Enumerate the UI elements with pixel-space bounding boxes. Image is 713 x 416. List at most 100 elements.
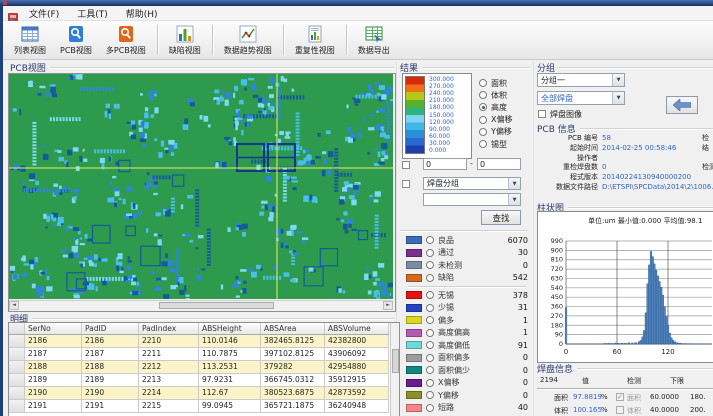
legend-radio[interactable] [426,329,434,337]
table-cell[interactable]: 2187 [82,348,139,361]
table-cell[interactable]: 42954880 [325,361,389,374]
table-row[interactable]: 218721872211110.7875397102.812543906092 [9,348,399,361]
column-header[interactable]: SerNo [25,323,82,335]
list-view-button[interactable]: 列表视图 [7,21,53,59]
metric-option-1[interactable]: 面积 [479,77,531,89]
multi-pcb-view-button[interactable]: 多PCB视图 [99,21,153,59]
defect-view-button[interactable]: 缺陷视图 [162,21,208,59]
table-cell[interactable]: 2211 [139,348,199,361]
row-header-cell[interactable] [9,348,25,361]
menu-tools[interactable]: 工具(T) [70,7,115,20]
row-header-cell[interactable] [9,361,25,374]
legend-radio[interactable] [426,391,434,399]
range-filter-checkbox[interactable] [402,161,410,169]
legend-radio[interactable] [426,366,434,374]
menu-file[interactable]: 文件(F) [22,7,66,20]
legend-radio[interactable] [426,354,434,362]
table-cell[interactable]: 43906092 [325,348,389,361]
legend-item[interactable]: 偏多1 [406,314,528,327]
metric-radio-4[interactable] [479,116,487,124]
legend-radio[interactable] [426,249,434,257]
chevron-down-icon[interactable]: ▼ [612,92,624,104]
column-header[interactable]: PadIndex [139,323,199,335]
legend-radio[interactable] [426,291,434,299]
table-cell[interactable]: 2212 [139,361,199,374]
legend-radio[interactable] [426,261,434,269]
detect-checkbox-unchecked[interactable] [616,406,624,414]
metric-option-6[interactable]: 锡型 [479,138,531,150]
table-cell[interactable]: 2215 [139,400,199,413]
pad-group-checkbox[interactable] [402,180,410,188]
scroll-thumb[interactable] [159,302,274,309]
table-row[interactable]: 21912191221599.0945365721.187536240948 [9,400,399,413]
range-to-input[interactable] [477,158,521,170]
table-cell[interactable]: 97.9231 [199,374,261,387]
chevron-down-icon[interactable]: ▼ [612,74,624,86]
metric-radio-2[interactable] [479,91,487,99]
pcb-canvas[interactable] [9,74,393,299]
legend-item[interactable]: 面积偏少0 [406,364,528,377]
table-cell[interactable]: 2189 [25,374,82,387]
table-cell[interactable]: 2189 [82,374,139,387]
table-cell[interactable]: 2213 [139,374,199,387]
table-cell[interactable]: 2190 [25,387,82,400]
legend-item[interactable]: 无锡378 [406,289,528,302]
legend-item[interactable]: 良品6070 [406,234,528,247]
legend-item[interactable]: 未检测0 [406,259,528,272]
legend-item[interactable]: 通过30 [406,247,528,260]
data-export-button[interactable]: 数据导出 [351,21,397,59]
table-cell[interactable]: 2186 [25,335,82,348]
table-cell[interactable]: 36240948 [325,400,389,413]
search-button[interactable]: 查找 [481,210,521,225]
table-cell[interactable]: 2187 [25,348,82,361]
scroll-right-button[interactable]: ► [383,301,393,310]
row-header-cell[interactable] [9,335,25,348]
scroll-thumb[interactable] [392,349,399,373]
metric-option-3[interactable]: 高度 [479,101,531,113]
row-header-cell[interactable] [9,374,25,387]
table-cell[interactable]: 113.2531 [199,361,261,374]
table-cell[interactable]: 2188 [25,361,82,374]
range-from-input[interactable] [423,158,467,170]
legend-item[interactable]: Y偏移0 [406,389,528,402]
metric-option-5[interactable]: Y偏移 [479,126,531,138]
table-cell[interactable]: 2191 [25,400,82,413]
detect-checkbox-checked[interactable]: ✓ [616,393,624,401]
trend-view-button[interactable]: 数据趋势视图 [217,21,279,59]
table-cell[interactable]: 2188 [82,361,139,374]
table-cell[interactable]: 110.7875 [199,348,261,361]
column-header[interactable]: ABSHeight [199,323,261,335]
metric-radio-3[interactable] [479,103,487,111]
legend-item[interactable]: 少锡31 [406,302,528,315]
legend-item[interactable]: 缺陷542 [406,272,528,285]
table-cell[interactable]: 382465.8125 [261,335,325,348]
table-cell[interactable]: 397102.8125 [261,348,325,361]
table-cell[interactable]: 2210 [139,335,199,348]
pcb-horizontal-scrollbar[interactable]: ◄ ► [9,300,393,311]
metric-radio-5[interactable] [479,128,487,136]
legend-radio[interactable] [426,236,434,244]
chevron-down-icon[interactable]: ▼ [508,178,520,189]
table-cell[interactable]: 2191 [82,400,139,413]
legend-item[interactable]: 高度偏高1 [406,327,528,340]
table-row[interactable]: 219021902214112.67380523.687542873592 [9,387,399,400]
table-cell[interactable]: 99.0945 [199,400,261,413]
legend-item[interactable]: 短路40 [406,402,528,415]
group-combobox[interactable]: 分组一 ▼ [537,73,625,87]
legend-item[interactable]: 高度偏低91 [406,339,528,352]
legend-item[interactable]: X偏移0 [406,377,528,390]
pad-group-combobox[interactable]: 焊盘分组 ▼ [423,177,521,190]
table-row[interactable]: 21892189221397.9231366745.031235912915 [9,374,399,387]
table-cell[interactable]: 110.0146 [199,335,261,348]
table-cell[interactable]: 365721.1875 [261,400,325,413]
column-header[interactable]: ABSArea [261,323,325,335]
table-cell[interactable]: 366745.0312 [261,374,325,387]
chevron-down-icon[interactable]: ▼ [508,194,520,205]
secondary-combobox[interactable]: ▼ [423,193,521,206]
table-cell[interactable]: 35912915 [325,374,389,387]
table-row[interactable]: 218621862210110.0146382465.812542382800 [9,335,399,348]
table-cell[interactable]: 380523.6875 [261,387,325,400]
table-cell[interactable]: 2214 [139,387,199,400]
repeatability-view-button[interactable]: 重复性视图 [288,21,342,59]
table-cell[interactable]: 112.67 [199,387,261,400]
